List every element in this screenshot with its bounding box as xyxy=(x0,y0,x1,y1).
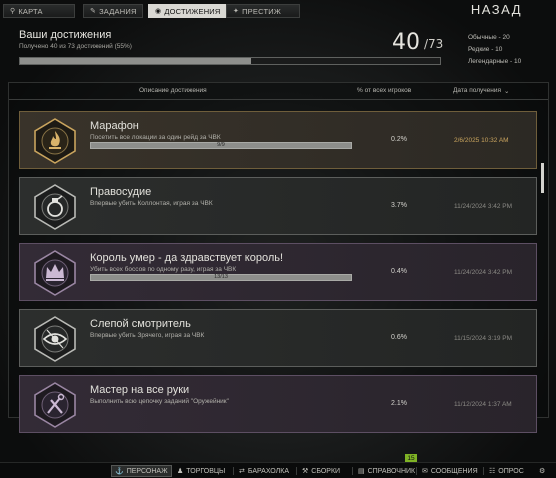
achievement-percent: 3.7% xyxy=(391,202,407,209)
column-date[interactable]: Дата получения ⌄ xyxy=(453,87,509,95)
achievement-progress-text: 9/9 xyxy=(217,142,225,148)
achievement-row-justice[interactable]: Правосудие Впервые убить Коллонтая, игра… xyxy=(19,177,537,235)
tab-label: ДОСТИЖЕНИЯ xyxy=(164,6,221,16)
top-navigation: ⚲ КАРТА ✎ ЗАДАНИЯ ◉ ДОСТИЖЕНИЯ ✦ ПРЕСТИЖ… xyxy=(0,0,556,22)
achievement-progress-text: 13/13 xyxy=(214,274,228,280)
bottom-menu-bar: ⚓ ПЕРСОНАЖ ♟ ТОРГОВЦЫ ⇄ БАРАХОЛКА ⚒ СБОР… xyxy=(0,462,556,478)
menu-divider xyxy=(296,467,297,475)
achievement-row-marathon[interactable]: Марафон Посетить все локации за один рей… xyxy=(19,111,537,169)
builds-icon: ⚒ xyxy=(302,468,309,475)
achievement-date: 2/6/2025 10:32 AM xyxy=(454,137,509,144)
achievement-name: Правосудие xyxy=(90,186,152,198)
crown-icon xyxy=(34,250,76,296)
total-progress-fill xyxy=(20,58,251,64)
summary-title: Ваши достижения xyxy=(19,29,112,41)
prestige-icon: ✦ xyxy=(233,8,240,15)
pencil-icon: ✎ xyxy=(90,8,97,15)
column-date-label: Дата получения xyxy=(453,87,501,94)
rarity-rare-count: Редкие - 10 xyxy=(468,46,503,53)
menu-builds[interactable]: ⚒ СБОРКИ xyxy=(299,465,343,477)
scrollbar-thumb[interactable] xyxy=(541,163,544,193)
achievement-total: /73 xyxy=(424,37,444,51)
achievement-date: 11/15/2024 3:19 PM xyxy=(454,335,513,342)
achievement-icon: ◉ xyxy=(155,8,162,15)
menu-divider xyxy=(483,467,484,475)
tab-label: ПРЕСТИЖ xyxy=(242,6,281,16)
tools-icon xyxy=(34,382,76,428)
gear-icon: ⚙ xyxy=(539,468,546,475)
messages-icon: ✉ xyxy=(422,468,428,475)
menu-flea-market[interactable]: ⇄ БАРАХОЛКА xyxy=(236,465,292,477)
menu-label: СООБЩЕНИЯ xyxy=(430,467,478,475)
achievement-description: Впервые убить Коллонтая, играя за ЧВК xyxy=(90,200,213,207)
character-icon: ⚓ xyxy=(115,468,124,475)
achievement-date: 11/24/2024 3:42 PM xyxy=(454,203,513,210)
achievement-list-panel: Описание достижения % от всех игроков Да… xyxy=(8,82,549,433)
achievement-row-king-is-dead[interactable]: Король умер - да здравствует король! Уби… xyxy=(19,243,537,301)
total-progress-bar xyxy=(19,57,441,65)
achievement-name: Марафон xyxy=(90,120,139,132)
back-button[interactable]: НАЗАД xyxy=(471,2,522,17)
menu-survey[interactable]: ☷ ОПРОС xyxy=(486,465,527,477)
settings-button[interactable]: ⚙ xyxy=(536,465,548,477)
tab-prestige[interactable]: ✦ ПРЕСТИЖ xyxy=(226,4,300,18)
menu-traders[interactable]: ♟ ТОРГОВЦЫ xyxy=(174,465,228,477)
achievement-progress-bar: 9/9 xyxy=(90,142,352,149)
survey-icon: ☷ xyxy=(489,468,496,475)
column-percent[interactable]: % от всех игроков xyxy=(357,87,411,94)
menu-messages[interactable]: ✉ СООБЩЕНИЯ xyxy=(419,465,481,477)
summary-subtitle: Получено 40 из 73 достижений (55%) xyxy=(19,43,132,50)
menu-label: СБОРКИ xyxy=(311,467,341,475)
grenade-icon xyxy=(34,184,76,230)
achievement-description: Выполнить всю цепочку заданий "Оружейник… xyxy=(90,398,229,405)
achievement-description: Убить всех боссов по одному разу, играя … xyxy=(90,266,237,273)
rarity-common-count: Обычные - 20 xyxy=(468,34,510,41)
header-divider xyxy=(9,99,548,100)
chevron-down-icon: ⌄ xyxy=(503,88,510,95)
menu-label: БАРАХОЛКА xyxy=(247,467,289,475)
tab-map[interactable]: ⚲ КАРТА xyxy=(3,4,75,18)
menu-character[interactable]: ⚓ ПЕРСОНАЖ xyxy=(111,465,172,477)
column-description: Описание достижения xyxy=(139,87,207,94)
achievement-name: Король умер - да здравствует король! xyxy=(90,252,284,264)
menu-label: СПРАВОЧНИК xyxy=(367,467,416,475)
menu-divider xyxy=(416,467,417,475)
menu-handbook[interactable]: ▤ СПРАВОЧНИК xyxy=(355,465,418,477)
tab-label: ЗАДАНИЯ xyxy=(99,6,137,16)
achievement-date: 11/24/2024 3:42 PM xyxy=(454,269,513,276)
achievement-percent: 0.4% xyxy=(391,268,407,275)
eye-icon xyxy=(34,316,76,362)
tab-tasks[interactable]: ✎ ЗАДАНИЯ xyxy=(83,4,143,18)
menu-label: ПЕРСОНАЖ xyxy=(126,467,168,475)
achievement-row-blind-watcher[interactable]: Слепой смотритель Впервые убить Зрячего,… xyxy=(19,309,537,367)
achievement-name: Мастер на все руки xyxy=(90,384,190,396)
flea-market-icon: ⇄ xyxy=(239,468,245,475)
map-pin-icon: ⚲ xyxy=(10,8,16,15)
handbook-icon: ▤ xyxy=(358,468,365,475)
achievement-date: 11/12/2024 1:37 AM xyxy=(454,401,512,408)
menu-label: ТОРГОВЦЫ xyxy=(186,467,226,475)
flame-icon xyxy=(34,118,76,164)
tab-achievements[interactable]: ◉ ДОСТИЖЕНИЯ xyxy=(148,4,226,18)
achievement-count: 40 xyxy=(392,30,420,55)
menu-label: ОПРОС xyxy=(498,467,524,475)
achievement-name: Слепой смотритель xyxy=(90,318,191,330)
achievement-percent: 0.2% xyxy=(391,136,407,143)
achievement-row-master-of-all[interactable]: Мастер на все руки Выполнить всю цепочку… xyxy=(19,375,537,433)
achievement-description: Посетить все локации за один рейд за ЧВК xyxy=(90,134,221,141)
achievement-percent: 2.1% xyxy=(391,400,407,407)
achievement-progress-bar: 13/13 xyxy=(90,274,352,281)
achievement-description: Впервые убить Зрячего, играя за ЧВК xyxy=(90,332,205,339)
achievement-percent: 0.6% xyxy=(391,334,407,341)
traders-icon: ♟ xyxy=(177,468,184,475)
rarity-legendary-count: Легендарные - 10 xyxy=(468,58,522,65)
menu-divider xyxy=(352,467,353,475)
tab-label: КАРТА xyxy=(18,6,43,16)
menu-divider xyxy=(233,467,234,475)
